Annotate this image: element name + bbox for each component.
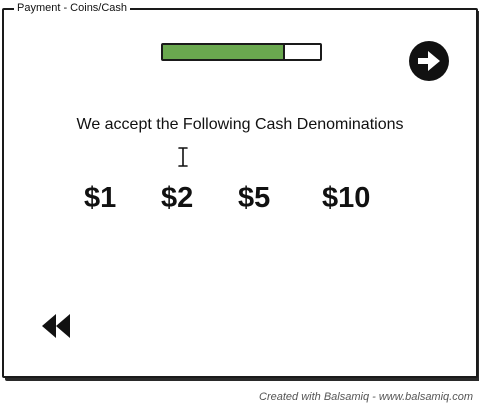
denominations-heading: We accept the Following Cash Denominatio… — [76, 116, 404, 133]
denomination-1-dollar[interactable]: $1 — [84, 180, 116, 216]
progress-bar — [161, 43, 322, 61]
denomination-5-dollar[interactable]: $5 — [238, 180, 270, 216]
window-title: Payment - Coins/Cash — [14, 1, 131, 15]
next-arrow-icon[interactable] — [408, 40, 450, 82]
balsamiq-credit: Created with Balsamiq - www.balsamiq.com — [259, 391, 473, 403]
denomination-10-dollar[interactable]: $10 — [322, 180, 370, 216]
denomination-2-dollar[interactable]: $2 — [161, 180, 193, 216]
text-cursor-icon — [178, 147, 188, 167]
progress-bar-fill — [163, 45, 286, 59]
payment-window: Payment - Coins/Cash We accept the Follo… — [2, 1, 478, 378]
rewind-icon[interactable] — [40, 310, 72, 342]
